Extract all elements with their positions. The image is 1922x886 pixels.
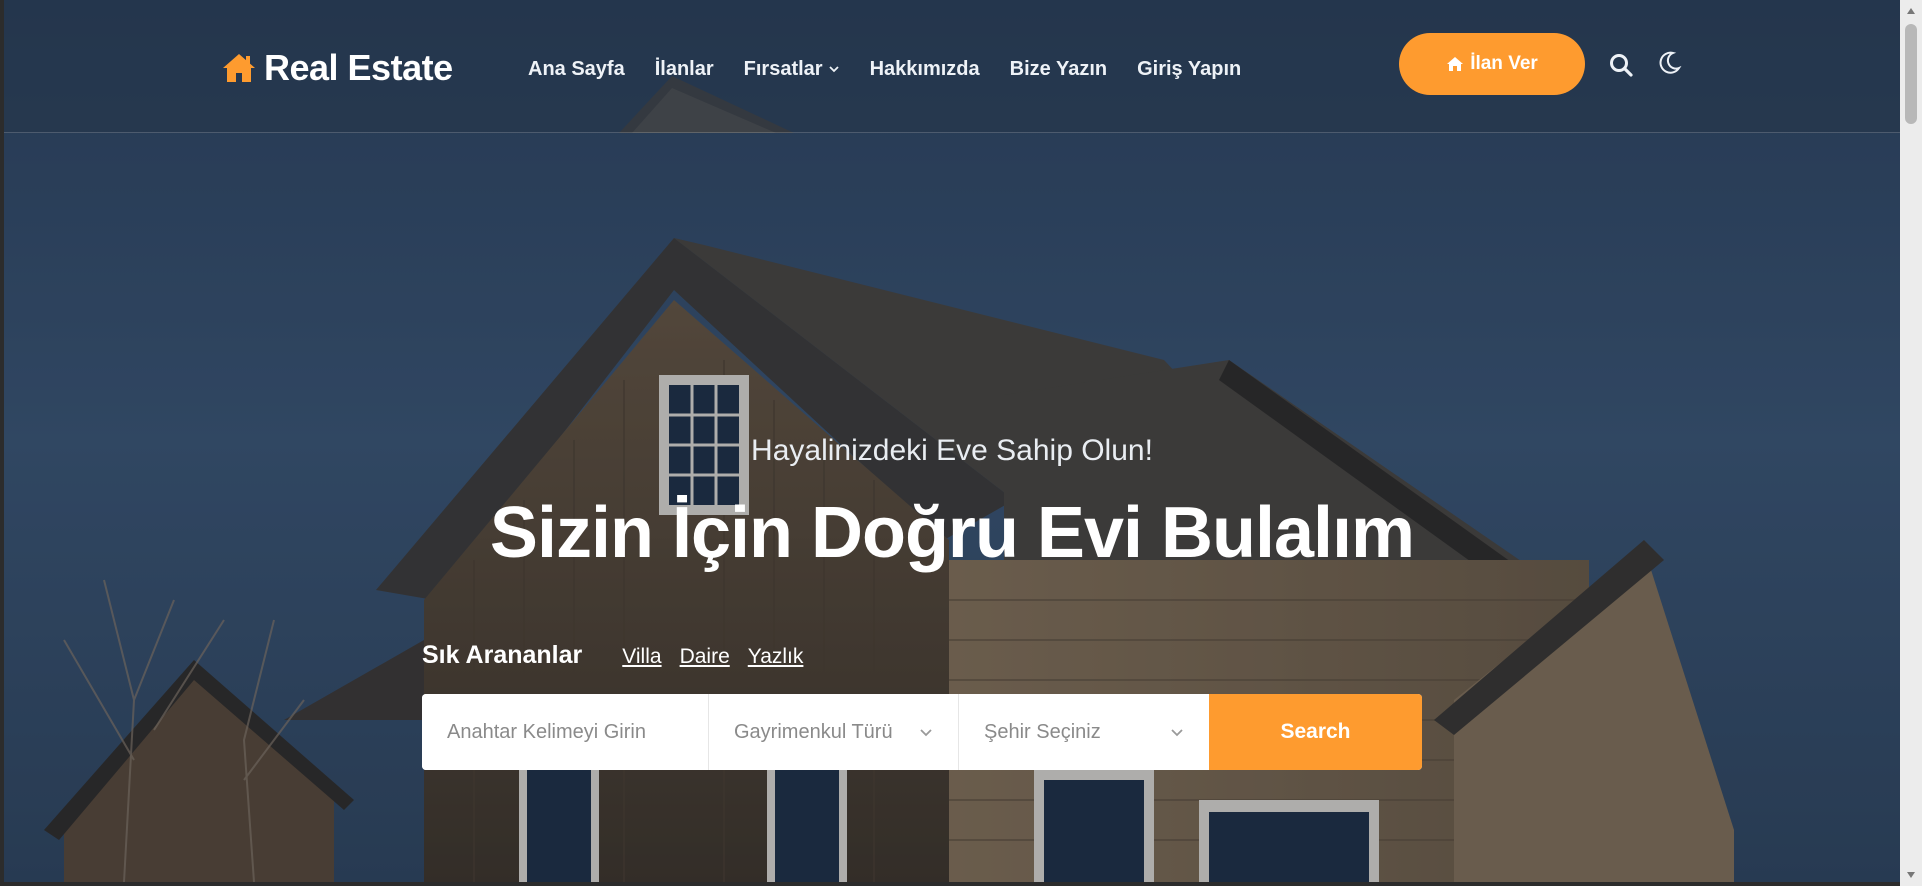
home-icon bbox=[223, 54, 255, 82]
brand-name: Real Estate bbox=[264, 47, 453, 88]
nav-label: Hakkımızda bbox=[869, 57, 980, 80]
chevron-down-icon bbox=[920, 729, 932, 737]
moon-icon[interactable] bbox=[1656, 50, 1682, 76]
window-frame bbox=[0, 882, 1900, 886]
post-listing-button[interactable]: İlan Ver bbox=[1399, 33, 1585, 95]
scrollbar-thumb[interactable] bbox=[1905, 24, 1917, 124]
nav-label: İlanlar bbox=[654, 57, 714, 80]
nav-label: Ana Sayfa bbox=[528, 57, 625, 80]
hero-subtitle: Hayalinizdeki Eve Sahip Olun! bbox=[751, 434, 1153, 467]
nav-item-home[interactable]: Ana Sayfa bbox=[528, 58, 625, 81]
nav-label: Bize Yazın bbox=[1009, 57, 1108, 80]
popular-link-apartment[interactable]: Daire bbox=[680, 645, 730, 669]
search-icon[interactable] bbox=[1608, 52, 1634, 78]
page-scrollbar[interactable] bbox=[1900, 0, 1922, 886]
popular-link-villa[interactable]: Villa bbox=[622, 645, 661, 669]
scroll-up-icon[interactable] bbox=[1906, 6, 1916, 16]
nav-item-login[interactable]: Giriş Yapın bbox=[1137, 58, 1241, 81]
popular-link-summer-house[interactable]: Yazlık bbox=[748, 645, 804, 669]
keyword-input[interactable] bbox=[447, 720, 683, 744]
main-nav: Ana Sayfa İlanlar Fırsatlar Hakkımızda B… bbox=[528, 54, 1241, 84]
page-viewport: Real Estate Ana Sayfa İlanlar Fırsatlar … bbox=[4, 0, 1900, 882]
scroll-down-icon[interactable] bbox=[1906, 870, 1916, 880]
brand-logo[interactable]: Real Estate bbox=[222, 46, 453, 90]
popular-searches: Sık Arananlar Villa Daire Yazlık bbox=[422, 641, 803, 670]
hero-title: Sizin İçin Doğru Evi Bulalım bbox=[489, 493, 1415, 573]
chevron-down-icon bbox=[828, 66, 839, 73]
city-value: Şehir Seçiniz bbox=[984, 720, 1101, 743]
property-type-select[interactable]: Gayrimenkul Türü bbox=[709, 694, 959, 770]
property-type-value: Gayrimenkul Türü bbox=[734, 720, 893, 743]
post-listing-label: İlan Ver bbox=[1470, 53, 1538, 74]
nav-label: Fırsatlar bbox=[743, 57, 823, 80]
site-header: Real Estate Ana Sayfa İlanlar Fırsatlar … bbox=[4, 0, 1900, 133]
keyword-field bbox=[422, 694, 709, 770]
search-button[interactable]: Search bbox=[1209, 694, 1422, 770]
nav-label: Giriş Yapın bbox=[1137, 57, 1242, 80]
nav-item-listings[interactable]: İlanlar bbox=[655, 58, 714, 81]
nav-item-contact[interactable]: Bize Yazın bbox=[1010, 58, 1107, 81]
popular-searches-label: Sık Arananlar bbox=[422, 641, 583, 669]
home-icon bbox=[1447, 57, 1464, 71]
nav-item-about[interactable]: Hakkımızda bbox=[870, 58, 980, 81]
city-select[interactable]: Şehir Seçiniz bbox=[959, 694, 1209, 770]
chevron-down-icon bbox=[1171, 729, 1183, 737]
property-search-form: Gayrimenkul Türü Şehir Seçiniz Search bbox=[422, 694, 1422, 770]
nav-item-opportunities[interactable]: Fırsatlar bbox=[744, 58, 840, 81]
